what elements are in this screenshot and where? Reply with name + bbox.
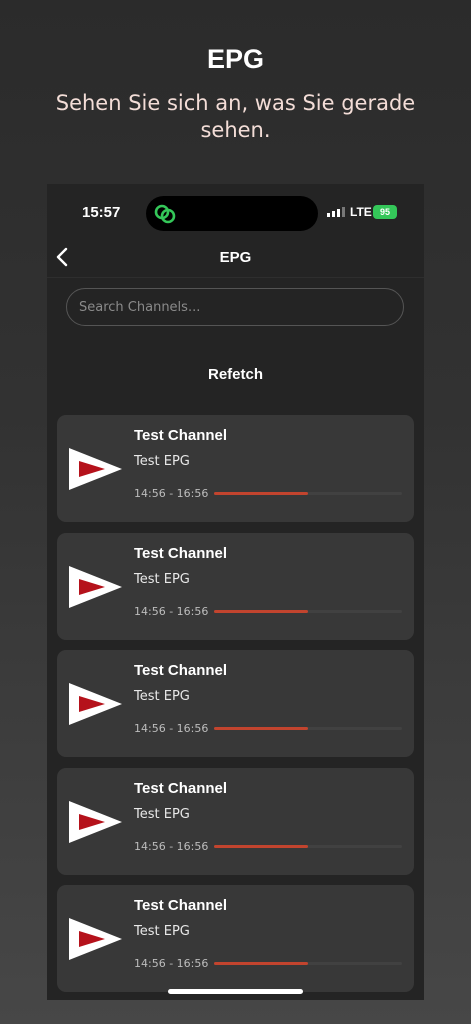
link-icon	[154, 204, 176, 224]
channel-logo-icon	[69, 448, 122, 490]
program-title: Test EPG	[134, 571, 190, 587]
channel-card[interactable]: Test Channel Test EPG 14:56 - 16:56	[57, 415, 414, 522]
program-progress-bar	[214, 727, 402, 730]
channel-card[interactable]: Test Channel Test EPG 14:56 - 16:56	[57, 767, 414, 875]
promo-title: EPG	[206, 44, 265, 74]
program-title: Test EPG	[134, 806, 190, 822]
program-progress-fill	[214, 962, 308, 965]
program-progress-bar	[214, 962, 402, 965]
channel-logo-icon	[69, 918, 122, 960]
program-progress-fill	[214, 727, 308, 730]
channel-name: Test Channel	[134, 897, 228, 914]
status-bar: 15:57 LTE 95	[47, 184, 424, 240]
search-input[interactable]	[66, 288, 404, 326]
nav-bar: EPG	[47, 240, 424, 278]
phone-screen: 15:57 LTE 95 EPG Refetch Test Channel	[47, 184, 424, 1000]
program-progress-bar	[214, 844, 402, 848]
signal-icon	[327, 207, 345, 217]
program-time-range: 14:56 - 16:56	[134, 722, 209, 735]
program-progress-fill	[214, 492, 308, 495]
battery-icon: 95	[373, 205, 397, 219]
program-progress-fill	[214, 609, 308, 613]
program-title: Test EPG	[134, 689, 190, 704]
channel-name: Test Channel	[134, 779, 228, 797]
status-time: 15:57	[82, 204, 121, 221]
program-time-range: 14:56 - 16:56	[134, 957, 209, 970]
program-time-range: 14:56 - 16:56	[134, 604, 209, 618]
promo-subtitle: Sehen Sie sich an, was Sie gerade sehen.	[55, 91, 416, 142]
channel-card[interactable]: Test Channel Test EPG 14:56 - 16:56	[57, 885, 414, 992]
channel-name: Test Channel	[134, 662, 228, 679]
channel-list: Test Channel Test EPG 14:56 - 16:56 Test…	[57, 415, 414, 1000]
program-progress-bar	[214, 609, 402, 613]
channel-name: Test Channel	[134, 544, 228, 562]
channel-card[interactable]: Test Channel Test EPG 14:56 - 16:56	[57, 650, 414, 757]
network-label: LTE	[350, 205, 372, 219]
page-title: EPG	[219, 249, 252, 266]
program-title: Test EPG	[134, 454, 190, 469]
program-progress-fill	[214, 844, 308, 848]
program-time-range: 14:56 - 16:56	[134, 839, 209, 853]
program-progress-bar	[214, 492, 402, 495]
refetch-button[interactable]: Refetch	[47, 366, 424, 383]
home-indicator[interactable]	[168, 989, 303, 994]
program-title: Test EPG	[134, 924, 190, 939]
channel-card[interactable]: Test Channel Test EPG 14:56 - 16:56	[57, 532, 414, 640]
program-time-range: 14:56 - 16:56	[134, 487, 209, 500]
channel-logo-icon	[69, 800, 122, 843]
channel-logo-icon	[69, 565, 122, 608]
channel-logo-icon	[69, 683, 122, 725]
dynamic-island	[146, 196, 318, 231]
channel-name: Test Channel	[134, 427, 228, 444]
